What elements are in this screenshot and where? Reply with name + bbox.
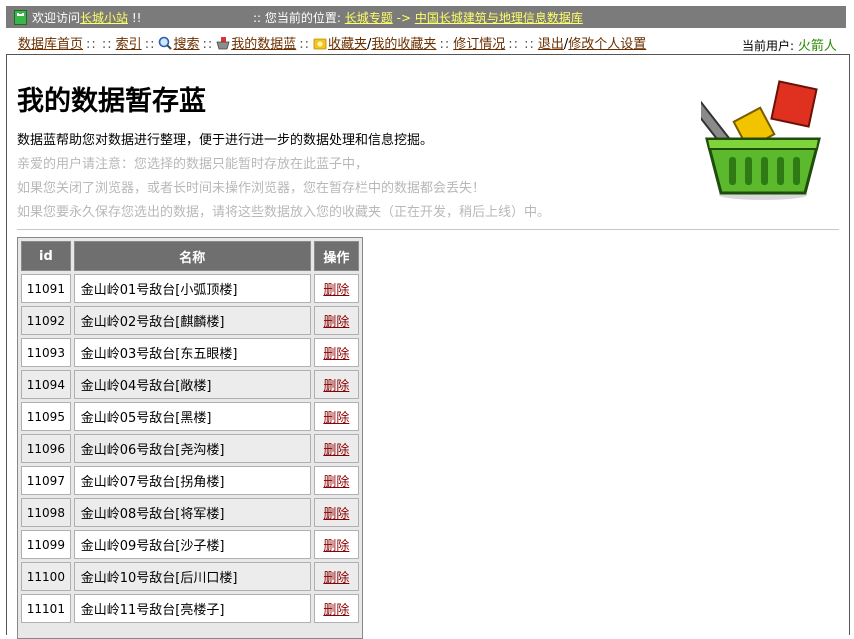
- divider: [17, 229, 839, 230]
- row-name: 金山岭06号敌台[尧沟楼]: [73, 434, 311, 463]
- row-name: 金山岭05号敌台[黑楼]: [73, 402, 311, 431]
- nav-edit-profile-link[interactable]: 修改个人设置: [568, 37, 646, 52]
- row-actions: 删除: [313, 562, 359, 591]
- nav-logout-link[interactable]: 退出: [538, 37, 564, 52]
- page-title: 我的数据暂存蓝: [17, 86, 206, 117]
- delete-link[interactable]: 删除: [323, 475, 349, 490]
- top-bar: 欢迎访问长城小站 !! :: 您当前的位置: 长城专题 -> 中国长城建筑与地理…: [6, 6, 846, 28]
- nav-favorites-link[interactable]: 收藏夹: [328, 37, 367, 52]
- breadcrumb: :: 您当前的位置: 长城专题 -> 中国长城建筑与地理信息数据库: [253, 11, 583, 25]
- table-row: 11098 金山岭08号敌台[将军楼] 删除: [21, 498, 359, 527]
- row-id: 11093: [21, 338, 71, 367]
- delete-link[interactable]: 删除: [323, 443, 349, 458]
- current-user-name: 火箭人: [797, 39, 837, 54]
- current-user: 当前用户: 火箭人: [742, 39, 837, 54]
- row-id: 11096: [21, 434, 71, 463]
- column-header-id: id: [21, 241, 71, 271]
- basket-table-container: id 名称 操作 11091 金山岭01号敌台[小弧顶楼] 删除 11092 金山岭02…: [17, 237, 363, 639]
- nav-index-link[interactable]: 索引: [116, 37, 142, 52]
- basket-small-icon: [216, 37, 230, 50]
- row-name: 金山岭11号敌台[亮楼子]: [73, 594, 311, 623]
- row-actions: 删除: [313, 306, 359, 335]
- nav-separator: :: ::: [86, 37, 113, 52]
- row-id: 11091: [21, 274, 71, 303]
- table-row: 11094 金山岭04号敌台[敞楼] 删除: [21, 370, 359, 399]
- great-wall-logo-icon: [14, 10, 27, 25]
- main-nav: 数据库首页:: :: 索引:: 搜索:: 我的数据蓝:: 收藏夹/我的收藏夹:: 修订情况…: [18, 36, 837, 54]
- table-row: 11095 金山岭05号敌台[黑楼] 删除: [21, 402, 359, 431]
- delete-link[interactable]: 删除: [323, 507, 349, 522]
- row-actions: 删除: [313, 434, 359, 463]
- row-actions: 删除: [313, 466, 359, 495]
- row-name: 金山岭04号敌台[敞楼]: [73, 370, 311, 399]
- column-header-name: 名称: [73, 241, 311, 271]
- table-row: 11100 金山岭10号敌台[后川口楼] 删除: [21, 562, 359, 591]
- row-actions: 删除: [313, 402, 359, 431]
- row-name: 金山岭07号敌台[拐角楼]: [73, 466, 311, 495]
- row-id: 11099: [21, 530, 71, 559]
- delete-link[interactable]: 删除: [323, 603, 349, 618]
- table-row: 11093 金山岭03号敌台[东五眼楼] 删除: [21, 338, 359, 367]
- nav-separator: :: ::: [508, 37, 535, 52]
- table-row: 11096 金山岭06号敌台[尧沟楼] 删除: [21, 434, 359, 463]
- nav-home-link[interactable]: 数据库首页: [18, 37, 83, 52]
- table-row: 11101 金山岭11号敌台[亮楼子] 删除: [21, 594, 359, 623]
- delete-link[interactable]: 删除: [323, 379, 349, 394]
- row-actions: 删除: [313, 498, 359, 527]
- notice-line-3: 如果您要永久保存您选出的数据，请将这些数据放入您的收藏夹（正在开发，稍后上线）中…: [17, 205, 551, 220]
- table-row: 11097 金山岭07号敌台[拐角楼] 删除: [21, 466, 359, 495]
- row-name: 金山岭09号敌台[沙子楼]: [73, 530, 311, 559]
- table-header-row: id 名称 操作: [21, 241, 359, 271]
- site-link[interactable]: 长城小站: [80, 11, 128, 25]
- shopping-basket-icon: [701, 80, 821, 200]
- row-id: 11100: [21, 562, 71, 591]
- nav-my-favorites-link[interactable]: 我的收藏夹: [371, 37, 436, 52]
- row-actions: 删除: [313, 370, 359, 399]
- row-id: 11095: [21, 402, 71, 431]
- notice-line-1: 亲爱的用户请注意：您选择的数据只能暂时存放在此蓝子中，: [17, 157, 369, 172]
- breadcrumb-link-topic[interactable]: 长城专题: [345, 11, 393, 25]
- row-id: 11092: [21, 306, 71, 335]
- breadcrumb-link-database[interactable]: 中国长城建筑与地理信息数据库: [415, 11, 583, 25]
- table-row: 11099 金山岭09号敌台[沙子楼] 删除: [21, 530, 359, 559]
- row-id: 11094: [21, 370, 71, 399]
- delete-link[interactable]: 删除: [323, 283, 349, 298]
- row-actions: 删除: [313, 530, 359, 559]
- row-name: 金山岭01号敌台[小弧顶楼]: [73, 274, 311, 303]
- row-name: 金山岭08号敌台[将军楼]: [73, 498, 311, 527]
- column-header-op: 操作: [313, 241, 359, 271]
- delete-link[interactable]: 删除: [323, 539, 349, 554]
- table-row: 11091 金山岭01号敌台[小弧顶楼] 删除: [21, 274, 359, 303]
- table-row: 11092 金山岭02号敌台[麒麟楼] 删除: [21, 306, 359, 335]
- row-actions: 删除: [313, 338, 359, 367]
- basket-table: id 名称 操作 11091 金山岭01号敌台[小弧顶楼] 删除 11092 金山岭02…: [18, 238, 362, 626]
- folder-star-icon: [313, 38, 327, 50]
- delete-link[interactable]: 删除: [323, 347, 349, 362]
- row-name: 金山岭02号敌台[麒麟楼]: [73, 306, 311, 335]
- magnifier-icon: [159, 36, 173, 50]
- delete-link[interactable]: 删除: [323, 571, 349, 586]
- page-description: 数据蓝帮助您对数据进行整理，便于进行进一步的数据处理和信息挖掘。: [17, 133, 434, 148]
- nav-basket-link[interactable]: 我的数据蓝: [231, 37, 296, 52]
- breadcrumb-arrow: ->: [396, 11, 412, 25]
- row-actions: 删除: [313, 274, 359, 303]
- row-name: 金山岭03号敌台[东五眼楼]: [73, 338, 311, 367]
- row-name: 金山岭10号敌台[后川口楼]: [73, 562, 311, 591]
- welcome-text: 欢迎访问长城小站 !!: [32, 11, 142, 25]
- row-id: 11101: [21, 594, 71, 623]
- row-id: 11097: [21, 466, 71, 495]
- delete-link[interactable]: 删除: [323, 411, 349, 426]
- delete-link[interactable]: 删除: [323, 315, 349, 330]
- content-frame: 我的数据暂存蓝 数据蓝帮助您对数据进行整理，便于进行进一步的数据处理和信息挖掘。…: [6, 54, 850, 639]
- notice-line-2: 如果您关闭了浏览器，或者长时间未操作浏览器，您在暂存栏中的数据都会丢失！: [17, 181, 486, 196]
- row-actions: 删除: [313, 594, 359, 623]
- nav-revisions-link[interactable]: 修订情况: [453, 37, 505, 52]
- nav-search-link[interactable]: 搜索: [173, 37, 199, 52]
- row-id: 11098: [21, 498, 71, 527]
